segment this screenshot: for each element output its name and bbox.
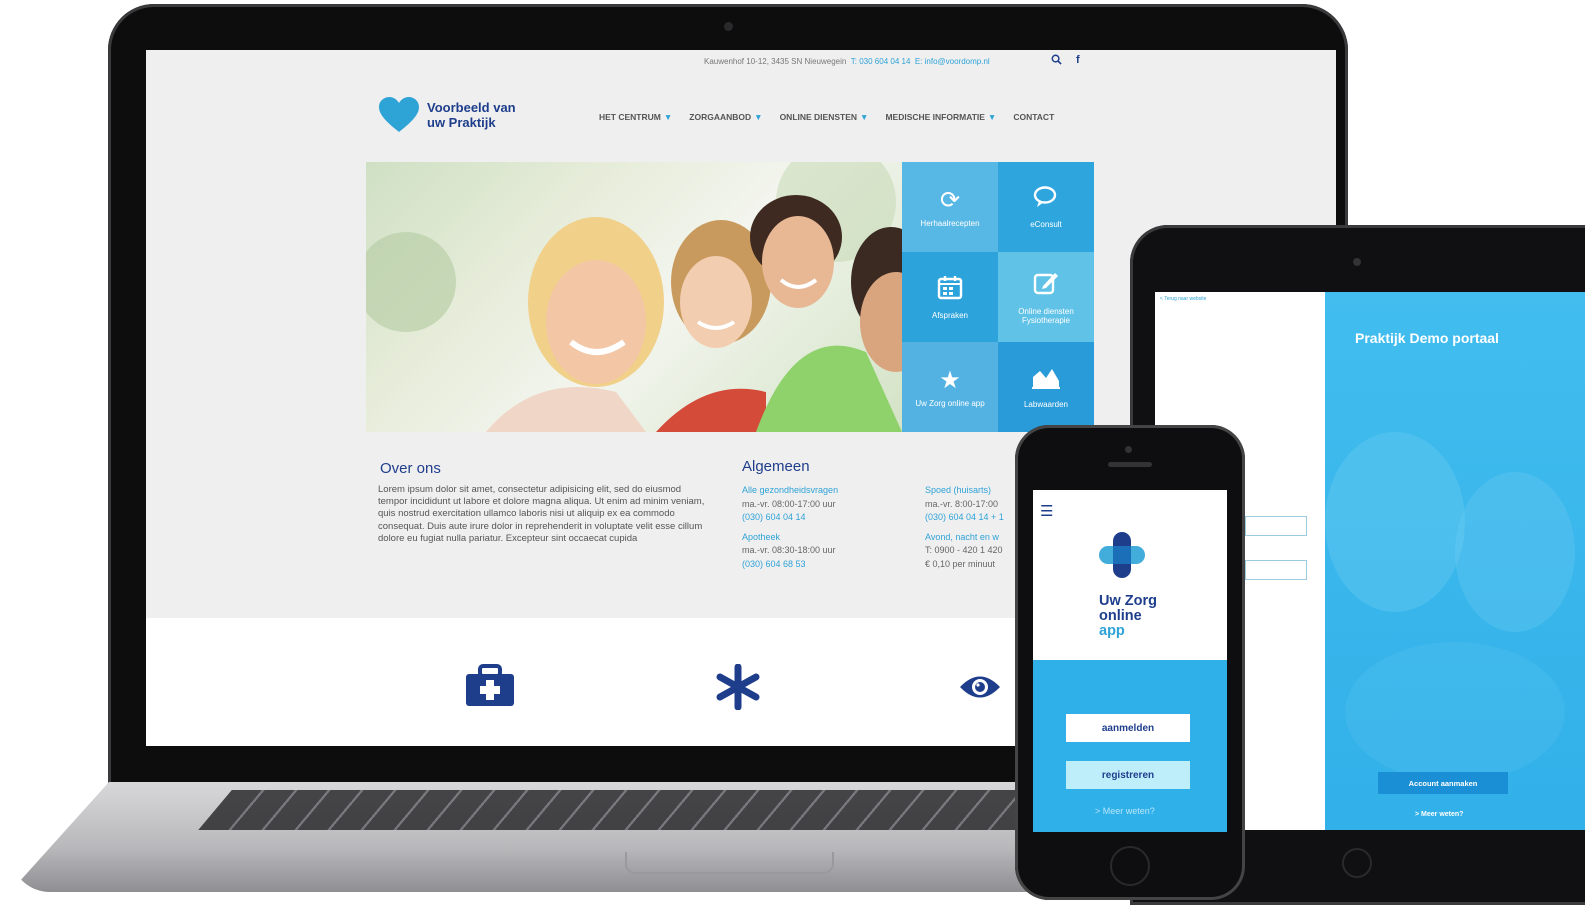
- chevron-down-icon: ▼: [860, 112, 869, 122]
- portal-panel: [1325, 292, 1585, 830]
- contact-info: Kauwenhof 10-12, 3435 SN Nieuwegein T: 0…: [704, 57, 990, 66]
- phone-speaker: [1108, 462, 1152, 467]
- over-ons-text: Lorem ipsum dolor sit amet, consectetur …: [378, 484, 705, 544]
- algemeen-column-2: Spoed (huisarts) ma.-vr. 8:00-17:00 (030…: [925, 484, 1004, 571]
- tile-labwaarden[interactable]: Labwaarden: [998, 342, 1094, 432]
- logo-line3: app: [1099, 623, 1125, 639]
- tablet-camera: [1353, 258, 1361, 266]
- app-cross-logo-icon: [1099, 532, 1145, 578]
- phone-screen: ☰ Uw Zorg online app aanmelden registrer…: [1033, 490, 1227, 832]
- tile-label: Online diensten Fysiotherapie: [1018, 306, 1074, 325]
- medical-kit-icon: [466, 664, 514, 706]
- heart-icon[interactable]: [379, 97, 419, 133]
- laptop-camera: [724, 22, 733, 31]
- username-field[interactable]: [1245, 516, 1307, 536]
- chevron-down-icon: ▼: [663, 112, 673, 122]
- tile-uw-zorg-online-app[interactable]: ★ Uw Zorg online app: [902, 342, 998, 432]
- over-ons-heading: Over ons: [380, 460, 441, 477]
- more-info-link[interactable]: > Meer weten?: [1415, 811, 1463, 818]
- app-logo-text: Uw Zorg online app: [1099, 594, 1157, 639]
- tile-econsult[interactable]: eConsult: [998, 162, 1094, 252]
- site-logo[interactable]: Voorbeeld van uw Praktijk: [427, 100, 516, 130]
- nav-item-online-diensten[interactable]: ONLINE DIENSTEN ▼: [780, 112, 869, 122]
- logo-line2: online: [1099, 608, 1142, 624]
- rate-text: € 0,10 per minuut: [925, 558, 996, 569]
- algemeen-column-1: Alle gezondheidsvragen ma.-vr. 08:00-17:…: [742, 484, 838, 571]
- hero-family-photo: [366, 162, 902, 432]
- tile-label: eConsult: [1030, 220, 1062, 229]
- more-info-link[interactable]: > Meer weten?: [1095, 806, 1155, 816]
- quick-service-tiles: ⟳ Herhaalrecepten eConsult Afspraken Onl…: [902, 162, 1094, 432]
- password-field[interactable]: [1245, 560, 1307, 580]
- calendar-icon: [937, 274, 963, 307]
- chevron-down-icon: ▼: [754, 112, 763, 122]
- hours-text: ma.-vr. 08:00-17:00 uur: [742, 498, 836, 509]
- nav-item-contact[interactable]: CONTACT: [1013, 112, 1054, 122]
- contact-topbar: Kauwenhof 10-12, 3435 SN Nieuwegein T: 0…: [146, 50, 1336, 72]
- algemeen-heading: Algemeen: [742, 458, 810, 475]
- edit-icon: [1033, 270, 1059, 303]
- nav-item-zorgaanbod[interactable]: ZORGAANBOD ▼: [689, 112, 762, 122]
- tablet-home-button[interactable]: [1342, 848, 1372, 878]
- search-icon[interactable]: [1051, 54, 1062, 68]
- back-to-website-link[interactable]: < Terug naar website: [1160, 296, 1206, 302]
- contact-heading: Alle gezondheidsvragen: [742, 485, 839, 495]
- family-illustration: [366, 162, 902, 432]
- refresh-icon: ⟳: [939, 186, 961, 214]
- asterisk-icon: [716, 664, 760, 710]
- contact-heading: Apotheek: [742, 531, 781, 542]
- tile-label: Uw Zorg online app: [915, 398, 985, 408]
- portal-background-photo: [1325, 432, 1575, 782]
- contact-heading: Avond, nacht en w: [925, 531, 999, 542]
- chat-icon: [1033, 185, 1059, 216]
- nav-item-het-centrum[interactable]: HET CENTRUM ▼: [599, 112, 672, 122]
- logo-line2: uw Praktijk: [427, 115, 496, 130]
- tile-online-diensten-fysiotherapie[interactable]: Online diensten Fysiotherapie: [998, 252, 1094, 342]
- main-nav: HET CENTRUM ▼ ZORGAANBOD ▼ ONLINE DIENSTEN…: [599, 112, 1071, 122]
- register-button[interactable]: registreren: [1066, 761, 1190, 789]
- hamburger-icon[interactable]: ☰: [1040, 502, 1053, 520]
- nav-item-medische-informatie[interactable]: MEDISCHE INFORMATIE ▼: [885, 112, 996, 122]
- chart-icon: [1031, 365, 1061, 396]
- phone-home-button[interactable]: [1110, 846, 1150, 886]
- portal-title: Praktijk Demo portaal: [1355, 330, 1499, 346]
- phone-link[interactable]: (030) 604 04 14: [742, 511, 838, 525]
- contact-heading: Spoed (huisarts): [925, 485, 992, 495]
- email-link[interactable]: E: info@voordomp.nl: [915, 57, 990, 66]
- hours-text: ma.-vr. 8:00-17:00: [925, 498, 999, 509]
- phone-camera: [1125, 446, 1132, 453]
- star-icon: ★: [939, 366, 961, 394]
- create-account-button[interactable]: Account aanmaken: [1378, 772, 1508, 794]
- tile-label: Labwaarden: [1023, 400, 1069, 409]
- login-button[interactable]: aanmelden: [1066, 714, 1190, 742]
- phone-text[interactable]: T: 030 604 04 14: [851, 57, 911, 66]
- phone-link[interactable]: (030) 604 04 14 + 1: [925, 511, 1004, 525]
- address-text: Kauwenhof 10-12, 3435 SN Nieuwegein: [704, 57, 847, 66]
- logo-line1: Uw Zorg: [1099, 593, 1157, 609]
- tile-afspraken[interactable]: Afspraken: [902, 252, 998, 342]
- laptop-keyboard: [198, 790, 1112, 830]
- logo-line1: Voorbeeld van: [427, 100, 516, 115]
- eye-icon: [960, 676, 1000, 698]
- phone-text: T: 0900 - 420 1 420: [925, 545, 1003, 555]
- chevron-down-icon: ▼: [987, 112, 997, 122]
- tile-label: Herhaalrecepten: [920, 218, 980, 228]
- laptop-trackpad: [625, 852, 834, 874]
- hours-text: ma.-vr. 08:30-18:00 uur: [742, 545, 836, 555]
- tile-label: Afspraken: [931, 311, 969, 320]
- facebook-icon[interactable]: f: [1076, 54, 1080, 66]
- phone-link[interactable]: (030) 604 68 53: [742, 558, 838, 572]
- tile-herhaalrecepten[interactable]: ⟳ Herhaalrecepten: [902, 162, 998, 252]
